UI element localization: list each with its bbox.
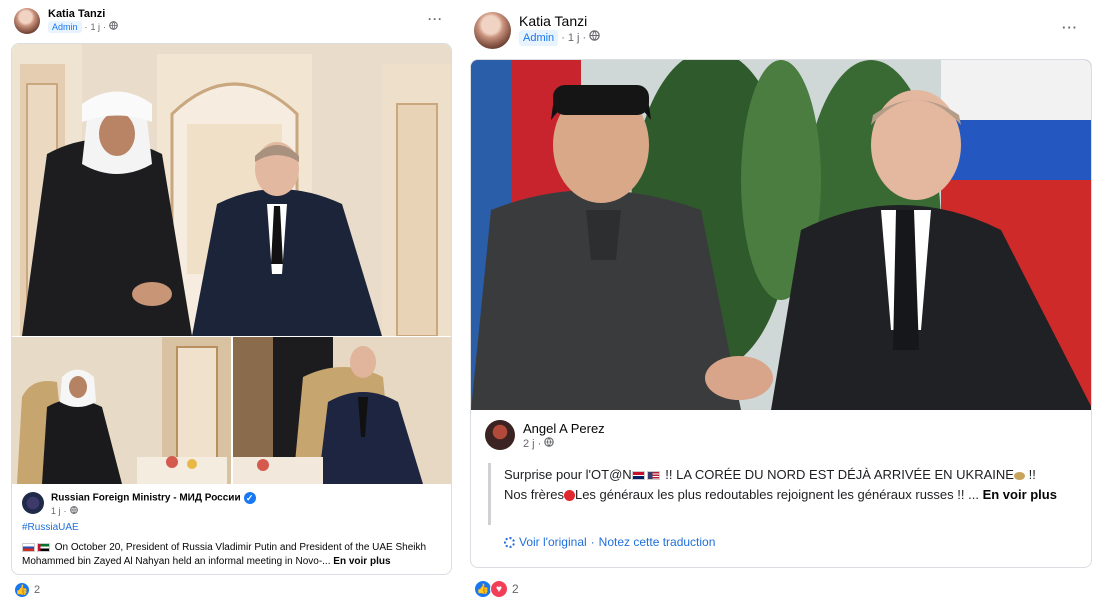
source-meta: 2 j ·: [523, 437, 605, 452]
meeting-photo-seated-2[interactable]: [233, 337, 451, 484]
reactions-summary[interactable]: 👍 2: [14, 582, 40, 598]
shared-source-header: Angel A Perez 2 j ·: [485, 420, 605, 452]
left-post-header: Katia Tanzi Admin · 1 j ·: [14, 8, 118, 34]
shared-source-text: Russian Foreign Ministry - МИД России ✓ 1…: [51, 492, 256, 517]
post-options-button[interactable]: ···: [428, 12, 443, 26]
source-name[interactable]: Angel A Perez: [523, 420, 605, 437]
post-time[interactable]: 1 j: [91, 21, 101, 33]
author-name[interactable]: Katia Tanzi: [519, 12, 600, 30]
source-avatar[interactable]: [22, 492, 44, 514]
shared-post-text: Surprise pour l'OT@N !! LA CORÉE DU NORD…: [504, 465, 1079, 505]
post-text-part-3: !!: [1024, 467, 1036, 482]
uk-flag-icon: [631, 471, 645, 481]
right-post-header: Katia Tanzi Admin · 1 j ·: [474, 12, 600, 49]
source-time[interactable]: 1 j: [51, 505, 61, 517]
translate-gear-icon: [504, 536, 515, 548]
us-flag-icon: [646, 471, 660, 481]
like-reaction-icon: 👍: [14, 582, 30, 598]
handshake-photo[interactable]: [471, 60, 1091, 410]
meta-separator: ·: [84, 22, 88, 32]
see-original-link[interactable]: Voir l'original: [519, 535, 587, 549]
hashtag-link[interactable]: #RussiaUAE: [22, 522, 79, 533]
russia-flag-icon: [22, 542, 35, 552]
globe-icon: [69, 505, 78, 517]
admin-badge: Admin: [48, 21, 82, 33]
eye-emoji-icon: [1013, 471, 1025, 480]
meta-separator: ·: [103, 22, 107, 32]
see-more-link[interactable]: En voir plus: [983, 487, 1057, 502]
left-post: Katia Tanzi Admin · 1 j · ··· Russian Fo…: [0, 0, 462, 604]
see-more-link[interactable]: En voir plus: [333, 556, 390, 567]
love-reaction-icon: ♥: [490, 580, 508, 598]
globe-icon: [589, 30, 600, 46]
meeting-main-photo[interactable]: [12, 44, 451, 336]
verified-badge-icon: ✓: [243, 492, 256, 504]
author-avatar[interactable]: [14, 8, 40, 34]
author-name[interactable]: Katia Tanzi: [48, 8, 118, 21]
globe-icon: [544, 437, 555, 452]
post-meta: Admin · 1 j ·: [48, 21, 118, 33]
post-text-part-1: Surprise pour l'OT@N: [504, 467, 632, 482]
post-meta: Admin · 1 j ·: [519, 30, 600, 46]
source-avatar[interactable]: [485, 420, 515, 450]
reaction-count: 2: [34, 584, 41, 596]
source-meta: 1 j ·: [51, 505, 256, 517]
source-name-row: Russian Foreign Ministry - МИД России ✓: [51, 492, 256, 505]
source-name[interactable]: Russian Foreign Ministry - МИД России: [51, 493, 241, 504]
meta-separator: ·: [537, 438, 542, 450]
post-options-button[interactable]: ···: [1062, 20, 1078, 35]
author-avatar[interactable]: [474, 12, 511, 49]
shared-post-text: On October 20, President of Russia Vladi…: [22, 541, 444, 569]
quote-bar: [488, 463, 491, 525]
meeting-photo-seated-1[interactable]: [12, 337, 231, 484]
reactions-summary[interactable]: 👍 ♥ 2: [474, 580, 519, 598]
right-post-header-text: Katia Tanzi Admin · 1 j ·: [519, 12, 600, 46]
post-text-line-2: Nos frères: [504, 487, 564, 502]
shared-source-header: Russian Foreign Ministry - МИД России ✓ 1…: [22, 492, 256, 517]
post-time[interactable]: 1 j: [568, 30, 580, 46]
meta-separator: ·: [63, 505, 67, 516]
left-post-header-text: Katia Tanzi Admin · 1 j ·: [48, 8, 118, 33]
translation-bar: Voir l'original · Notez cette traduction: [504, 535, 715, 549]
rate-translation-link[interactable]: Notez cette traduction: [599, 535, 716, 549]
reaction-count: 2: [512, 582, 519, 596]
shared-post-card[interactable]: Angel A Perez 2 j · Surprise pour l'OT@N…: [470, 59, 1092, 568]
globe-icon: [109, 21, 118, 33]
meta-separator: ·: [582, 32, 587, 44]
shared-source-text: Angel A Perez 2 j ·: [523, 420, 605, 452]
post-text-part-2: !! LA CORÉE DU NORD EST DÉJÀ ARRIVÉE EN …: [661, 467, 1014, 482]
admin-badge: Admin: [519, 30, 559, 46]
meta-separator: ·: [561, 32, 565, 44]
uae-flag-icon: [37, 542, 50, 552]
post-text-line-2b: Les généraux les plus redoutables rejoig…: [574, 487, 979, 502]
red-circle-icon: [563, 490, 575, 502]
source-time[interactable]: 2 j: [523, 437, 535, 452]
shared-post-card[interactable]: Russian Foreign Ministry - МИД России ✓ 1…: [11, 43, 452, 575]
right-post: Katia Tanzi Admin · 1 j · ··· Angel A Pe…: [462, 0, 1100, 604]
translation-separator: ·: [590, 535, 595, 549]
